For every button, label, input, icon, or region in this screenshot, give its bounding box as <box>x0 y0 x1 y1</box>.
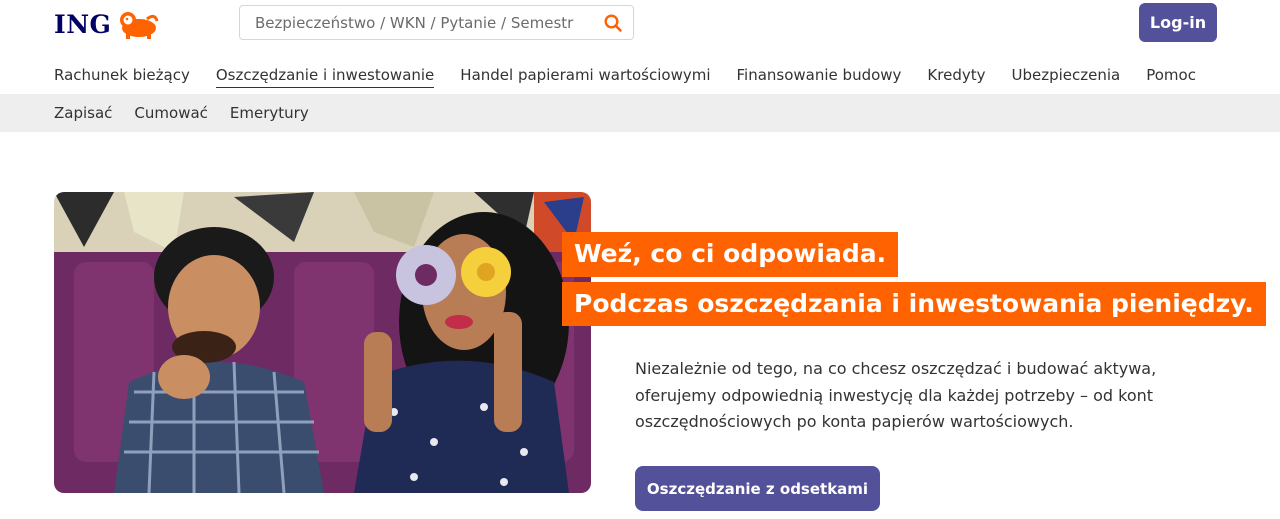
subnav-item-moor[interactable]: Cumować <box>134 104 207 122</box>
hero-description: Niezależnie od tego, na co chcesz oszczę… <box>635 359 1157 431</box>
sub-nav: Zapisać Cumować Emerytury <box>0 94 1280 132</box>
lion-icon <box>120 12 159 39</box>
login-button[interactable]: Log-in <box>1139 3 1217 42</box>
hero-image <box>54 192 591 493</box>
main-nav: Rachunek bieżący Oszczędzanie i inwestow… <box>54 64 1196 88</box>
nav-item-saving-investing[interactable]: Oszczędzanie i inwestowanie <box>215 64 435 88</box>
nav-item-construction-financing[interactable]: Finansowanie budowy <box>737 64 902 88</box>
nav-item-securities-trading[interactable]: Handel papierami wartościowymi <box>460 64 710 88</box>
ing-logo[interactable]: ING <box>54 8 159 40</box>
hero-headline-2: Podczas oszczędzania i inwestowania pien… <box>562 282 1266 326</box>
nav-item-help[interactable]: Pomoc <box>1146 64 1196 88</box>
nav-item-insurance[interactable]: Ubezpieczenia <box>1011 64 1120 88</box>
nav-item-loans[interactable]: Kredyty <box>927 64 985 88</box>
subnav-item-pensions[interactable]: Emerytury <box>230 104 309 122</box>
logo-text: ING <box>54 9 112 39</box>
hero-headline-1: Weź, co ci odpowiada. <box>562 232 899 277</box>
search-icon[interactable] <box>603 13 623 33</box>
savings-interest-button[interactable]: Oszczędzanie z odsetkami <box>635 466 880 511</box>
search-box <box>239 5 634 40</box>
search-input[interactable] <box>255 13 603 32</box>
nav-item-current-account[interactable]: Rachunek bieżący <box>54 64 190 88</box>
subnav-item-save[interactable]: Zapisać <box>54 104 112 122</box>
